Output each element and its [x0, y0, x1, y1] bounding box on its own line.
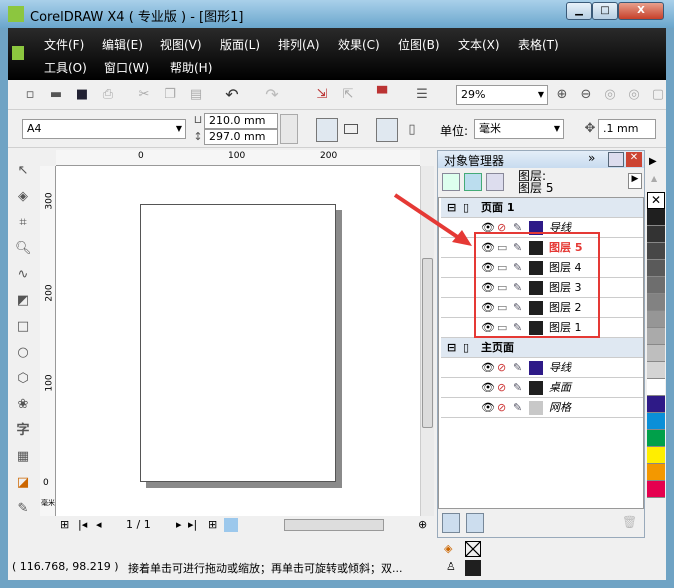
annotation-highlight-box	[474, 232, 600, 338]
annotation-arrowhead	[452, 230, 472, 246]
annotation-overlay	[393, 193, 600, 338]
annotation-arrow	[393, 193, 464, 242]
